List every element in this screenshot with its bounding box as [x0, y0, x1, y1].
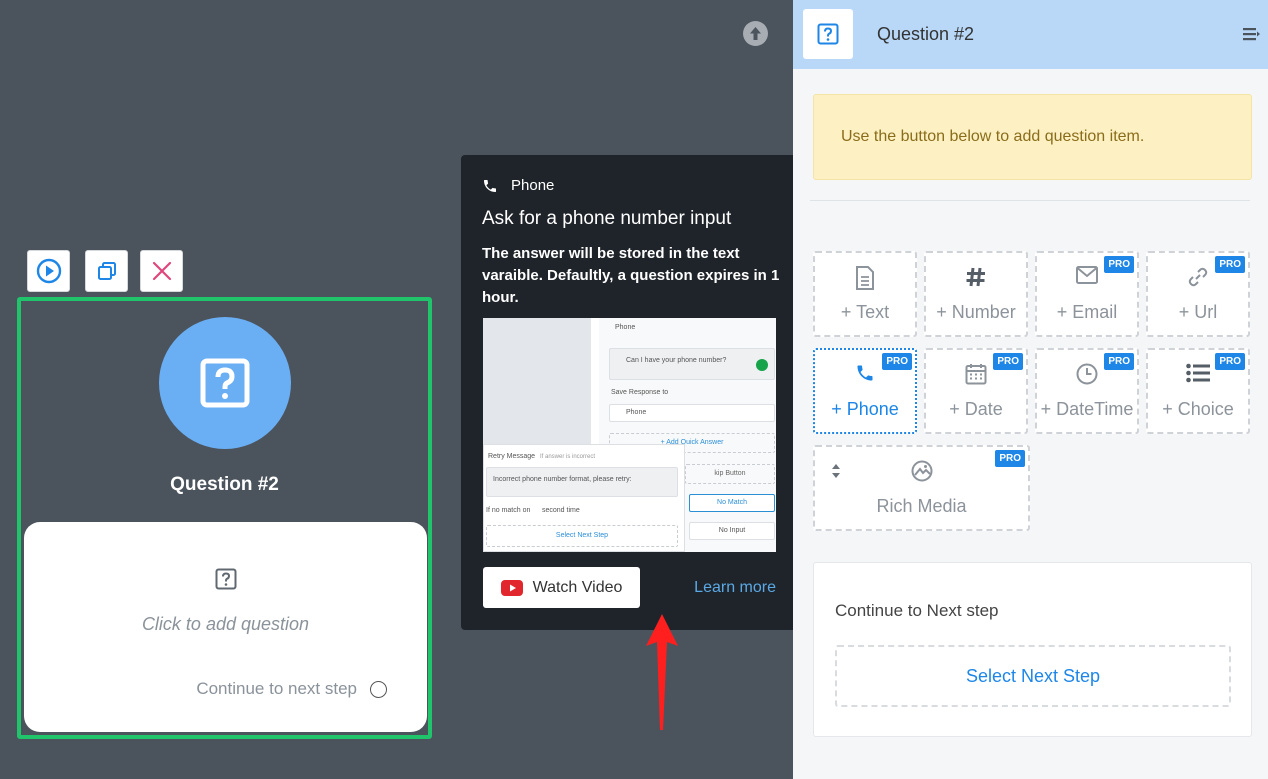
continue-title: Continue to Next step	[835, 601, 999, 620]
scroll-up-icon[interactable]	[743, 21, 768, 46]
tooltip-preview-image: Phone Can I have your phone number? Save…	[483, 318, 776, 552]
add-question-prompt[interactable]: Click to add question	[24, 614, 427, 635]
add-date-tile[interactable]: PRO + Date	[924, 348, 1028, 434]
clock-icon	[1076, 363, 1098, 385]
add-number-tile[interactable]: + Number	[924, 251, 1028, 337]
preview-skip-button: kip Button	[685, 464, 775, 484]
preview-retry-hint: If answer is incorrect	[540, 454, 596, 460]
preview-variable-select: Phone	[609, 404, 775, 422]
tile-label: + Text	[840, 302, 890, 322]
duplicate-button[interactable]	[85, 250, 128, 292]
tile-label: + Phone	[831, 399, 899, 419]
tile-label: + Number	[936, 302, 1016, 322]
add-rich-media-tile[interactable]: PRO Rich Media	[813, 445, 1030, 531]
phone-icon	[857, 365, 873, 381]
play-button[interactable]	[27, 250, 70, 292]
preview-retry-box: Incorrect phone number format, please re…	[486, 467, 678, 497]
hash-icon	[966, 267, 985, 287]
select-next-step-button[interactable]: Select Next Step	[835, 645, 1231, 707]
info-notice: Use the button below to add question ite…	[813, 94, 1252, 180]
question-icon	[200, 358, 250, 408]
add-text-tile[interactable]: + Text	[813, 251, 917, 337]
question-node[interactable]: Question #2 Click to add question Contin…	[17, 297, 432, 739]
properties-panel: Question #2 Use the button below to add …	[793, 0, 1268, 779]
watch-video-label: Watch Video	[532, 578, 623, 596]
preview-no-match: No Match	[689, 494, 775, 512]
question-icon	[803, 9, 853, 59]
collapse-menu-icon[interactable]	[1243, 27, 1260, 41]
preview-retry-label: Retry Message	[488, 453, 536, 460]
copy-icon	[97, 262, 116, 280]
tile-label: + Url	[1178, 302, 1218, 322]
preview-question-text: Can I have your phone number?	[626, 357, 727, 364]
document-icon	[856, 266, 874, 290]
play-icon	[36, 258, 61, 284]
add-choice-tile[interactable]: PRO + Choice	[1146, 348, 1250, 434]
tile-label: + Email	[1056, 302, 1118, 322]
preview-select-value: Phone	[626, 409, 647, 416]
grammarly-icon	[756, 359, 768, 371]
phone-icon	[484, 179, 496, 192]
add-url-tile[interactable]: PRO + Url	[1146, 251, 1250, 337]
next-step-connector[interactable]	[370, 681, 387, 698]
add-datetime-tile[interactable]: PRO + DateTime	[1035, 348, 1139, 434]
annotation-arrow-icon	[646, 614, 678, 730]
divider	[810, 200, 1250, 201]
add-email-tile[interactable]: PRO + Email	[1035, 251, 1139, 337]
question-icon	[215, 568, 237, 595]
tooltip-description: The answer will be stored in the text va…	[482, 245, 780, 306]
question-node-avatar	[159, 317, 291, 449]
list-icon	[1186, 363, 1210, 383]
tile-label: + DateTime	[1040, 399, 1134, 419]
node-title: Question #2	[170, 474, 279, 495]
envelope-icon	[1076, 266, 1098, 284]
watch-video-button[interactable]: Watch Video	[483, 567, 640, 608]
preview-second-time: second time	[542, 507, 580, 514]
tile-label: + Choice	[1162, 399, 1234, 419]
tile-label: + Date	[949, 399, 1003, 419]
preview-retry-text: Incorrect phone number format, please re…	[493, 476, 632, 483]
tooltip-title: Ask for a phone number input	[482, 208, 732, 229]
panel-title[interactable]: Question #2	[877, 24, 974, 45]
continue-next-step-label: Continue to next step	[196, 679, 357, 698]
image-icon	[911, 460, 932, 482]
preview-save-response-label: Save Response to	[611, 389, 669, 396]
preview-if-no-match: If no match on	[486, 507, 531, 514]
delete-button[interactable]	[140, 250, 183, 292]
link-icon	[1188, 267, 1208, 287]
preview-question-box: Can I have your phone number?	[609, 348, 775, 380]
tooltip-type-label: Phone	[511, 177, 555, 194]
add-phone-tile[interactable]: PRO + Phone	[813, 348, 917, 434]
calendar-icon	[965, 364, 987, 385]
preview-phone-header: Phone	[615, 324, 636, 331]
preview-no-input: No Input	[689, 522, 775, 540]
preview-select-next: Select Next Step	[486, 525, 678, 547]
close-icon	[152, 261, 171, 281]
youtube-icon	[500, 579, 523, 596]
learn-more-link[interactable]: Learn more	[694, 579, 776, 597]
preview-retry-panel: Retry Message If answer is incorrect Inc…	[483, 444, 685, 552]
panel-header: Question #2	[793, 0, 1268, 69]
continue-section: Continue to Next step Select Next Step	[813, 562, 1252, 737]
node-card[interactable]: Click to add question Continue to next s…	[24, 522, 427, 732]
tile-label: Rich Media	[876, 496, 967, 516]
phone-info-tooltip: Phone Ask for a phone number input The a…	[461, 155, 805, 630]
tooltip-header: Phone	[482, 177, 554, 194]
